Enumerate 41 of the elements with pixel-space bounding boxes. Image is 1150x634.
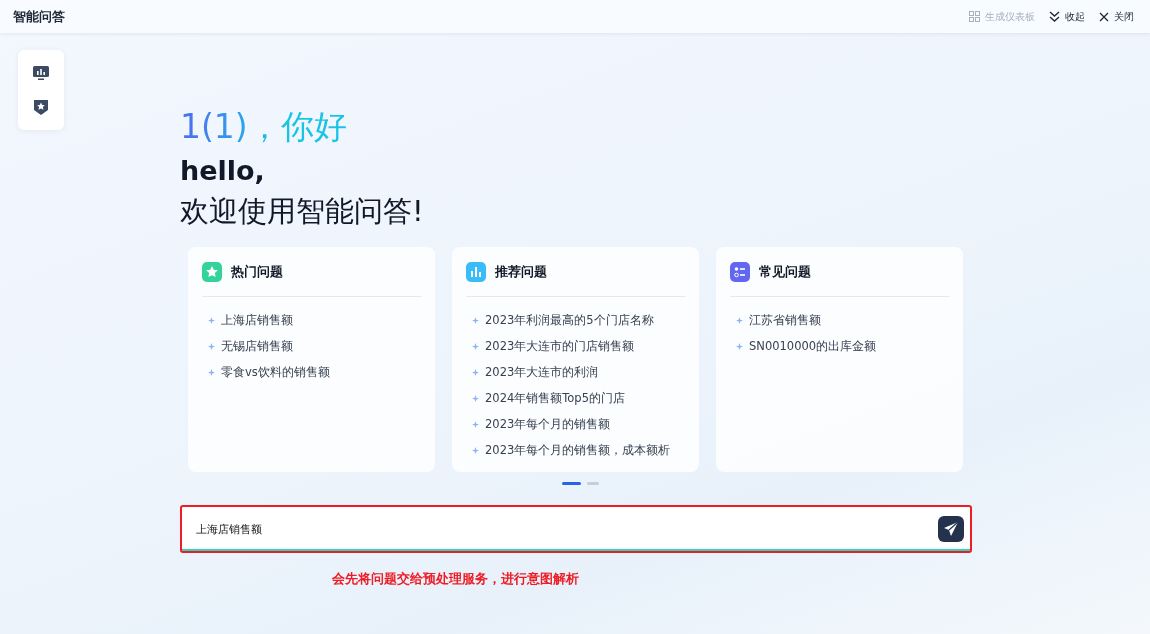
question-link[interactable]: 2023年每个月的销售额，成本额析 [485,441,671,459]
double-chevron-icon [1049,11,1060,22]
sparkle-icon [208,342,215,350]
greeting-text: hello, [180,154,266,188]
close-icon [1099,11,1109,22]
question-input-field[interactable]: 上海店销售额 [194,521,938,537]
question-link[interactable]: 江苏省销售额 [749,311,821,329]
grid-icon [969,11,980,22]
question-link[interactable]: 2023年利润最高的5个门店名称 [485,311,654,329]
sparkle-icon [472,446,479,454]
send-button[interactable] [938,516,964,542]
sparkle-icon [736,316,743,324]
question-link[interactable]: 零食vs饮料的销售额 [221,363,330,381]
card-title: 推荐问题 [495,263,547,281]
header-action[interactable]: 关闭 [1099,9,1134,24]
header-action[interactable]: 收起 [1049,9,1085,24]
sparkle-icon [208,368,215,376]
question-link[interactable]: 上海店销售额 [221,311,293,329]
question-link[interactable]: 2023年大连市的利润 [485,363,599,381]
sparkle-icon [472,368,479,376]
sparkle-icon [472,394,479,402]
sparkle-icon [208,316,215,324]
window-title: 智能问答 [13,7,65,26]
sparkle-icon [472,316,479,324]
question-link[interactable]: SN0010000的出库金额 [749,337,877,355]
question-input-box[interactable]: 上海店销售额 [180,505,972,553]
sparkle-icon [472,420,479,428]
card-title: 常见问题 [759,263,811,281]
sparkle-icon [472,342,479,350]
card-title: 热门问题 [231,263,283,281]
send-icon [943,521,959,537]
question-link[interactable]: 2024年销售额Top5的门店 [485,389,625,407]
star-badge-icon[interactable] [34,99,48,115]
welcome-heading: 欢迎使用智能问答! [180,193,425,230]
pager-indicator[interactable] [561,482,581,485]
question-link[interactable]: 2023年大连市的门店销售额 [485,337,635,355]
question-link[interactable]: 2023年每个月的销售额 [485,415,611,433]
sparkle-icon [736,342,743,350]
chart-icon[interactable] [33,65,49,81]
question-link[interactable]: 无锡店销售额 [221,337,293,355]
annotation-text: 会先将问题交给预处理服务，进行意图解析 [332,570,580,588]
